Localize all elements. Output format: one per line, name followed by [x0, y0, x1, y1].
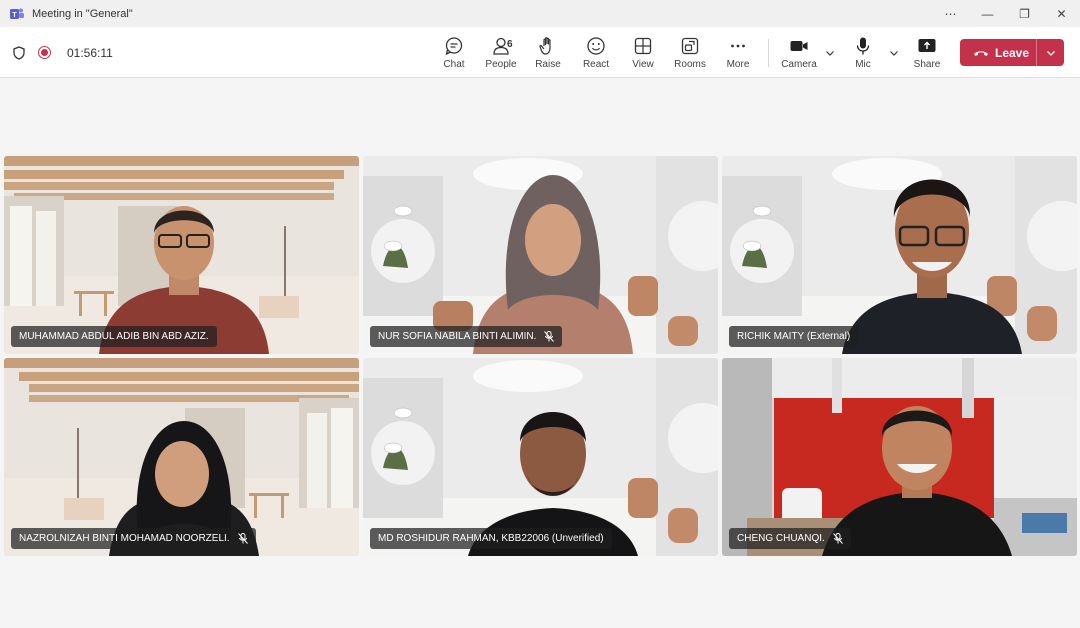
hang-up-phone-icon — [974, 50, 988, 56]
chat-button[interactable]: Chat — [431, 35, 477, 73]
leave-button[interactable]: Leave — [960, 39, 1036, 66]
mic-off-icon — [544, 331, 555, 342]
leave-button-group: Leave — [960, 39, 1064, 66]
mic-off-icon — [237, 533, 248, 544]
raise-label: Raise — [535, 59, 561, 70]
microphone-icon — [852, 35, 874, 57]
leave-label: Leave — [995, 45, 1030, 60]
minimize-button[interactable]: — — [969, 0, 1006, 27]
participant-name-tag: CHENG CHUANQI. — [729, 528, 851, 549]
participant-video — [842, 179, 1022, 354]
camera-label: Camera — [781, 59, 817, 70]
participant-tile[interactable]: NAZROLNIZAH BINTI MOHAMAD NOORZELI. — [4, 358, 359, 556]
more-options-icon[interactable]: ⋯ — [932, 0, 969, 27]
camera-button[interactable]: Camera — [776, 35, 822, 73]
view-button[interactable]: View — [620, 35, 666, 73]
react-label: React — [582, 59, 610, 70]
raise-hand-icon — [537, 35, 559, 57]
shield-icon[interactable] — [12, 45, 26, 60]
mic-options-chevron-icon[interactable] — [888, 47, 900, 59]
participant-name: NAZROLNIZAH BINTI MOHAMAD NOORZELI. — [19, 533, 230, 544]
meeting-toolbar: 01:56:11 Chat 6 People Raise React View — [0, 27, 1080, 78]
meeting-status: 01:56:11 — [12, 27, 113, 78]
camera-icon — [788, 35, 810, 57]
view-label: View — [632, 59, 654, 70]
window-title: Meeting in "General" — [32, 7, 133, 20]
svg-text:T: T — [12, 12, 17, 19]
toolbar-divider — [768, 39, 769, 67]
participant-tile[interactable]: RICHIK MAITY (External) — [722, 156, 1077, 354]
participant-tile[interactable]: MD ROSHIDUR RAHMAN, KBB22006 (Unverified… — [363, 358, 718, 556]
participant-tile[interactable]: NUR SOFIA NABILA BINTI ALIMIN. — [363, 156, 718, 354]
rooms-button[interactable]: Rooms — [667, 35, 713, 73]
more-label: More — [726, 59, 750, 70]
teams-logo-icon: T — [10, 8, 24, 19]
react-button[interactable]: React — [573, 35, 619, 73]
leave-options-chevron-icon[interactable] — [1037, 39, 1064, 66]
close-button[interactable]: ✕ — [1043, 0, 1080, 27]
more-button[interactable]: More — [715, 35, 761, 73]
grid-view-icon — [632, 35, 654, 57]
participant-name-tag: RICHIK MAITY (External) — [729, 326, 859, 347]
participant-name-tag: MUHAMMAD ABDUL ADIB BIN ABD AZIZ. — [11, 326, 217, 347]
participant-name: NUR SOFIA NABILA BINTI ALIMIN. — [378, 331, 537, 342]
emoji-smile-icon — [585, 35, 607, 57]
title-bar: T Meeting in "General" ⋯ — ❐ ✕ — [0, 0, 1080, 27]
people-label: People — [485, 59, 517, 70]
meeting-timer: 01:56:11 — [67, 45, 113, 60]
chat-label: Chat — [443, 59, 465, 70]
more-icon — [727, 35, 749, 57]
rooms-label: Rooms — [674, 59, 706, 70]
mic-label: Mic — [855, 59, 871, 70]
share-label: Share — [913, 59, 941, 70]
restore-button[interactable]: ❐ — [1006, 0, 1043, 27]
mic-off-icon — [832, 533, 843, 544]
participant-tile[interactable]: CHENG CHUANQI. — [722, 358, 1077, 556]
window-controls: ⋯ — ❐ ✕ — [932, 0, 1080, 27]
mic-button[interactable]: Mic — [840, 35, 886, 73]
participant-tile[interactable]: MUHAMMAD ABDUL ADIB BIN ABD AZIZ. — [4, 156, 359, 354]
participant-name: MUHAMMAD ABDUL ADIB BIN ABD AZIZ. — [19, 331, 209, 342]
people-count-badge: 6 — [507, 39, 513, 50]
share-button[interactable]: Share — [904, 35, 950, 73]
participant-name: MD ROSHIDUR RAHMAN, KBB22006 (Unverified… — [378, 533, 604, 544]
breakout-rooms-icon — [679, 35, 701, 57]
camera-options-chevron-icon[interactable] — [824, 47, 836, 59]
recording-icon — [38, 46, 51, 59]
chat-icon — [443, 35, 465, 57]
raise-hand-button[interactable]: Raise — [525, 35, 571, 73]
participant-name-tag: NUR SOFIA NABILA BINTI ALIMIN. — [370, 326, 563, 347]
participant-name: CHENG CHUANQI. — [737, 533, 825, 544]
participant-name-tag: NAZROLNIZAH BINTI MOHAMAD NOORZELI. — [11, 528, 256, 549]
people-button[interactable]: 6 People — [478, 35, 524, 73]
participant-name-tag: MD ROSHIDUR RAHMAN, KBB22006 (Unverified… — [370, 528, 612, 549]
participant-name: RICHIK MAITY (External) — [737, 331, 851, 342]
share-screen-icon — [916, 35, 938, 57]
